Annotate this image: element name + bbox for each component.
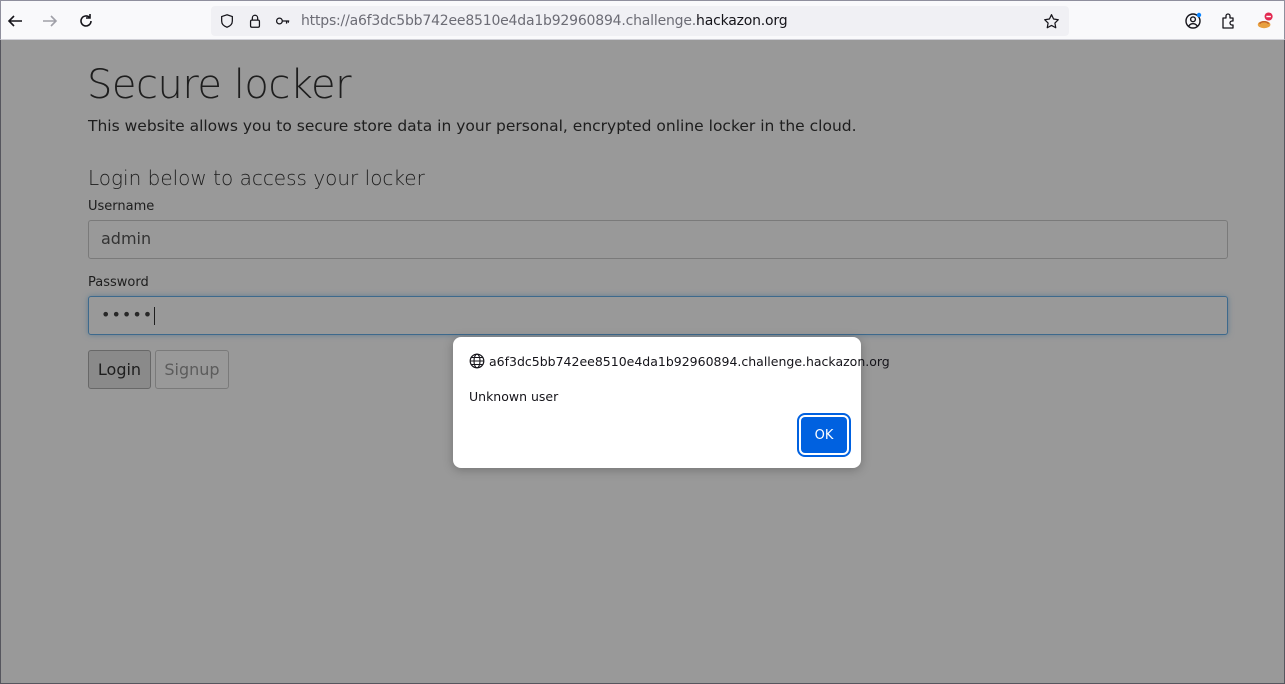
ok-button[interactable]: OK	[797, 413, 851, 457]
dialog-origin: a6f3dc5bb742ee8510e4da1b92960894.challen…	[489, 354, 890, 369]
globe-icon	[469, 353, 485, 369]
url-domain: hackazon.org	[696, 13, 788, 29]
bookmark-star-icon[interactable]	[1042, 12, 1060, 30]
forward-arrow-icon[interactable]	[36, 7, 64, 35]
reload-icon[interactable]	[72, 7, 100, 35]
alert-dialog: a6f3dc5bb742ee8510e4da1b92960894.challen…	[453, 337, 890, 468]
dialog-message: Unknown user	[469, 389, 559, 404]
url-prefix: https://a6f3dc5bb742ee8510e4da1b92960894…	[301, 13, 697, 29]
shield-icon[interactable]	[218, 12, 236, 30]
extension-badge-icon[interactable]	[1251, 7, 1279, 35]
lock-icon[interactable]	[246, 12, 264, 30]
extensions-icon[interactable]	[1215, 7, 1243, 35]
url-bar[interactable]: https://a6f3dc5bb742ee8510e4da1b92960894…	[211, 6, 1069, 36]
back-arrow-icon[interactable]	[1, 7, 29, 35]
account-icon[interactable]	[1179, 7, 1207, 35]
key-icon[interactable]	[274, 12, 292, 30]
browser-toolbar: https://a6f3dc5bb742ee8510e4da1b92960894…	[0, 0, 1285, 40]
url-text[interactable]: https://a6f3dc5bb742ee8510e4da1b92960894…	[301, 13, 788, 29]
